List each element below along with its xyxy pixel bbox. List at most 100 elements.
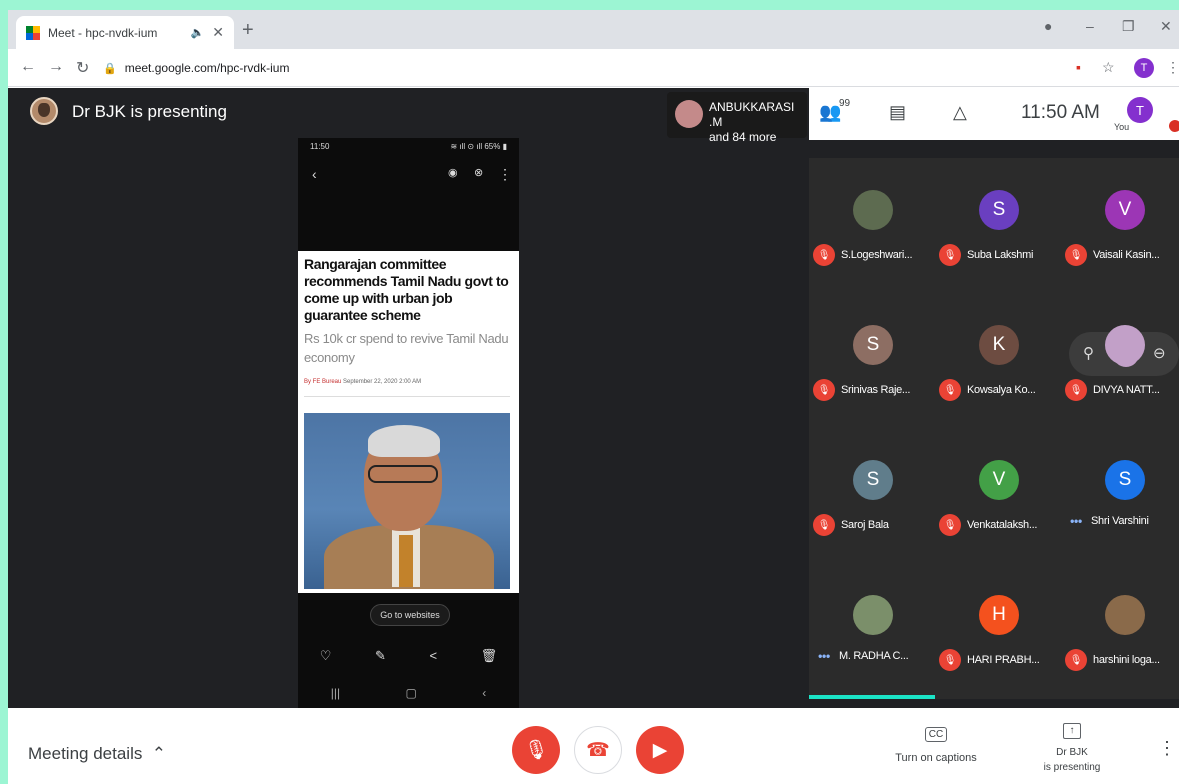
meet-stage: Dr BJK is presenting ANBUKKARASI .M and … (8, 88, 1179, 708)
camera-toggle-button[interactable]: ▶ (636, 726, 684, 774)
participant-tile[interactable]: K 🎙 Kowsalya Ko... (935, 293, 1061, 423)
participant-label: 🎙 Suba Lakshmi (939, 244, 1033, 266)
bookmark-star-icon[interactable]: ☆ (1102, 59, 1115, 76)
close-window-icon[interactable]: ✕ (1160, 18, 1172, 35)
mic-toggle-button[interactable]: 🎙 (512, 726, 560, 774)
self-avatar[interactable]: T (1127, 97, 1153, 123)
mic-off-icon: 🎙 (813, 379, 835, 401)
participant-label: 🎙 HARI PRABH... (939, 649, 1040, 671)
leave-call-button[interactable]: ☎ (574, 726, 622, 774)
participant-tile[interactable]: H 🎙 HARI PRABH... (935, 563, 1061, 693)
mic-off-icon: 🎙 (939, 244, 961, 266)
phone-status-bar: 11:50 ≋ ıll ⊙ ıll 65% ▮ (298, 142, 519, 151)
tab-close-icon[interactable]: ✕ (212, 24, 224, 41)
participant-label: 🎙 Vaisali Kasin... (1065, 244, 1160, 266)
mic-off-icon: 🎙 (939, 649, 961, 671)
participant-name: Venkatalaksh... (967, 519, 1038, 531)
attendee-more: and 84 more (709, 130, 777, 144)
phone-back-icon: ‹ (312, 166, 317, 182)
more-options-icon[interactable]: ⋮ (1158, 738, 1176, 759)
phone-more-icon: ⋮ (498, 166, 512, 182)
participant-label: ••• M. RADHA C... (813, 649, 909, 663)
back-icon[interactable]: ← (20, 58, 36, 76)
tab-audio-icon[interactable]: 🔈 (191, 26, 205, 39)
article-subhead: Rs 10k cr spend to revive Tamil Nadu eco… (304, 331, 509, 365)
present-button[interactable]: ↑ Dr BJK is presenting (1028, 720, 1116, 775)
mic-off-icon: 🎙 (813, 514, 835, 536)
browser-menu-icon[interactable]: ⋮ (1166, 59, 1179, 76)
phone-share-icon: ⊗ (474, 167, 484, 179)
restore-icon[interactable]: ❐ (1122, 18, 1135, 35)
lock-icon: 🔒 (103, 62, 117, 75)
clock: 11:50 AM (1021, 102, 1100, 123)
news-article: Rangarajan committee recommends Tamil Na… (298, 251, 519, 593)
phone-recents-icon: ||| (330, 686, 341, 700)
participant-name: Shri Varshini (1091, 515, 1149, 527)
participant-avatar: V (1105, 190, 1145, 230)
phone-nav-back-icon: ‹ (482, 686, 487, 700)
participant-name: HARI PRABH... (967, 654, 1040, 666)
participant-avatar: H (979, 595, 1019, 635)
captions-icon: CC (924, 727, 948, 742)
camera-off-icon: ▶ (652, 739, 668, 761)
participant-name: harshini loga... (1093, 654, 1160, 666)
participant-avatar: S (1105, 460, 1145, 500)
participant-tile[interactable]: S ••• Shri Varshini (1061, 428, 1179, 558)
participant-label: 🎙 Saroj Bala (813, 514, 889, 536)
attendee-summary[interactable]: ANBUKKARASI .M and 84 more (667, 92, 807, 144)
media-control-icon[interactable]: ● (1044, 18, 1052, 34)
participant-name: Srinivas Raje... (841, 384, 911, 396)
article-photo (304, 413, 510, 589)
participant-name: Suba Lakshmi (967, 249, 1034, 261)
participant-count: 99 (839, 98, 851, 109)
participant-tile[interactable]: S 🎙 Srinivas Raje... (809, 293, 935, 423)
meeting-details-label: Meeting details (28, 744, 143, 763)
participant-tile[interactable]: S 🎙 Suba Lakshmi (935, 158, 1061, 288)
participant-avatar: K (979, 325, 1019, 365)
participant-label: 🎙 DIVYA NATT... (1065, 379, 1160, 401)
participant-avatar (1105, 595, 1145, 635)
reload-icon[interactable]: ↻ (76, 58, 89, 78)
mic-off-icon: 🎙 (1065, 649, 1087, 671)
chat-icon[interactable]: ▤ (889, 102, 906, 123)
captions-button[interactable]: CC Turn on captions (886, 724, 986, 764)
mic-off-icon: 🎙 (1065, 379, 1087, 401)
participant-tile[interactable]: 🎙 S.Logeshwari... (809, 158, 935, 288)
participant-tile[interactable]: V 🎙 Venkatalaksh... (935, 428, 1061, 558)
article-headline: Rangarajan committee recommends Tamil Na… (304, 256, 509, 323)
top-right-panel: ANBUKKARASI .M and 84 more 👥 99 ▤ △ 11:5… (667, 88, 1179, 144)
activities-icon[interactable]: △ (953, 102, 967, 123)
self-mic-off-indicator (1169, 120, 1179, 132)
participant-label: 🎙 S.Logeshwari... (813, 244, 913, 266)
extension-icon[interactable]: ▪ (1076, 59, 1081, 75)
speaking-indicator-icon: ••• (1070, 514, 1082, 528)
participant-name: S.Logeshwari... (841, 249, 913, 261)
bottom-controls: Meeting details ⌃ 🎙 ☎ ▶ CC Turn on capti… (8, 708, 1179, 784)
participant-tile[interactable]: ••• M. RADHA C... (809, 563, 935, 693)
meeting-details-button[interactable]: Meeting details ⌃ (28, 744, 166, 764)
phone-time: 11:50 (310, 142, 330, 151)
captions-label: Turn on captions (895, 752, 977, 764)
participant-avatar (853, 595, 893, 635)
tab-bar: Meet - hpc-nvdk-ium 🔈 ✕ + ● – ❐ ✕ (8, 10, 1179, 49)
phone-status-icons: ≋ ıll ⊙ ıll 65% ▮ (450, 142, 508, 151)
participant-tile[interactable]: S 🎙 Saroj Bala (809, 428, 935, 558)
forward-icon[interactable]: → (48, 58, 64, 76)
mic-off-icon: 🎙 (1065, 244, 1087, 266)
minimize-icon[interactable]: – (1086, 18, 1094, 34)
profile-avatar[interactable]: T (1134, 58, 1154, 78)
mic-off-icon: 🎙 (813, 244, 835, 266)
tab-meet[interactable]: Meet - hpc-nvdk-ium 🔈 ✕ (16, 16, 234, 49)
article-byline: By FE Bureau September 22, 2020 2:00 AM (304, 379, 421, 385)
participant-label: ••• Shri Varshini (1065, 514, 1149, 528)
participant-name: DIVYA NATT... (1093, 384, 1160, 396)
participant-tile[interactable]: 🎙 harshini loga... (1061, 563, 1179, 693)
phone-view-icon: ◉ (448, 167, 458, 179)
participant-tile[interactable]: V 🎙 Vaisali Kasin... (1061, 158, 1179, 288)
present-line1: Dr BJK (1056, 747, 1088, 758)
participant-tile[interactable]: 🎙 DIVYA NATT... (1061, 293, 1179, 423)
new-tab-button[interactable]: + (242, 19, 254, 42)
meet-toolbar: 👥 99 ▤ △ 11:50 AM T You (809, 88, 1179, 140)
present-icon: ↑ (1063, 723, 1081, 739)
url-field[interactable]: 🔒 meet.google.com/hpc-rvdk-ium (103, 55, 1083, 81)
